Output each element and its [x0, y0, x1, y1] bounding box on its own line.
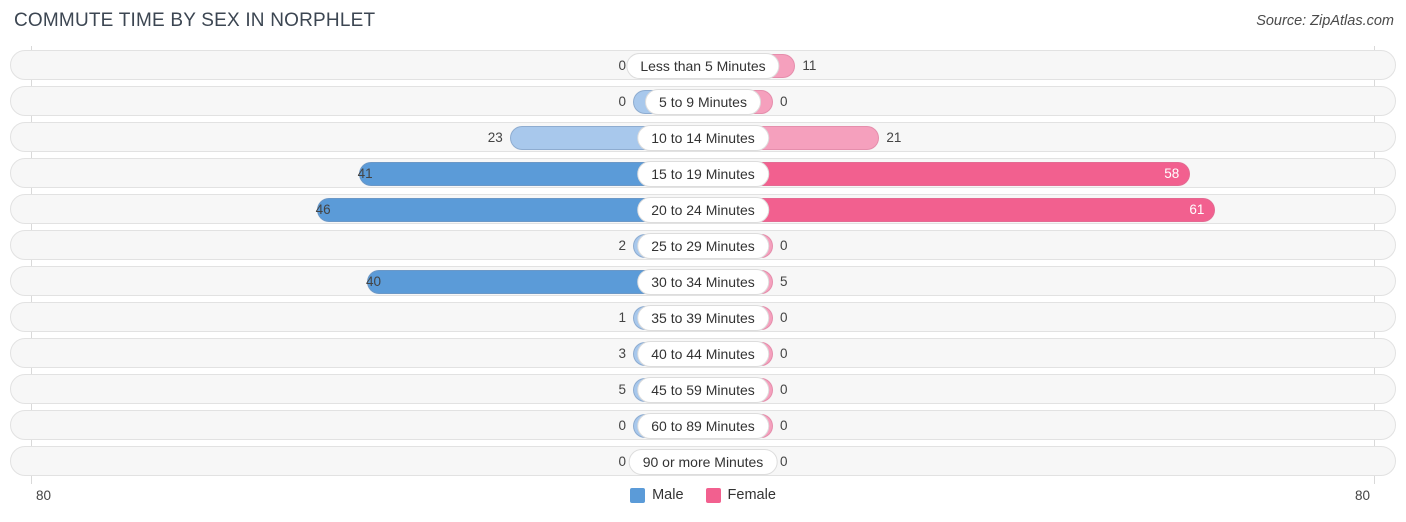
row-inner: 1 0 35 to 39 Minutes: [11, 303, 1395, 331]
bar-female[interactable]: [703, 198, 1216, 222]
table-row[interactable]: 0 0 60 to 89 Minutes: [10, 410, 1396, 440]
category-label: 20 to 24 Minutes: [637, 197, 769, 223]
bar-value-female: 0: [780, 310, 788, 325]
page-title: COMMUTE TIME BY SEX IN NORPHLET: [14, 10, 376, 31]
chart-legend: Male Female: [0, 487, 1406, 503]
table-row[interactable]: 0 0 90 or more Minutes: [10, 446, 1396, 476]
bar-value-male: 0: [618, 454, 626, 469]
bar-value-female: 61: [1189, 202, 1205, 217]
bar-value-female: 0: [780, 346, 788, 361]
table-row[interactable]: 41 58 15 to 19 Minutes: [10, 158, 1396, 188]
category-label: 10 to 14 Minutes: [637, 125, 769, 151]
category-label: 25 to 29 Minutes: [637, 233, 769, 259]
category-label: 60 to 89 Minutes: [637, 413, 769, 439]
category-label: 40 to 44 Minutes: [637, 341, 769, 367]
bar-value-male: 40: [365, 274, 381, 289]
table-row[interactable]: 0 11 Less than 5 Minutes: [10, 50, 1396, 80]
table-row[interactable]: 2 0 25 to 29 Minutes: [10, 230, 1396, 260]
bar-value-male: 41: [357, 166, 373, 181]
table-row[interactable]: 1 0 35 to 39 Minutes: [10, 302, 1396, 332]
bar-female[interactable]: [703, 162, 1191, 186]
bar-value-female: 0: [780, 382, 788, 397]
bar-value-male: 3: [618, 346, 626, 361]
table-row[interactable]: 40 5 30 to 34 Minutes: [10, 266, 1396, 296]
bar-value-female: 0: [780, 418, 788, 433]
bar-value-female: 5: [780, 274, 788, 289]
legend-item-female[interactable]: Female: [705, 487, 776, 503]
row-inner: 0 0 60 to 89 Minutes: [11, 411, 1395, 439]
bar-value-female: 0: [780, 94, 788, 109]
row-inner: 23 21 10 to 14 Minutes: [11, 123, 1395, 151]
row-inner: 2 0 25 to 29 Minutes: [11, 231, 1395, 259]
table-row[interactable]: 23 21 10 to 14 Minutes: [10, 122, 1396, 152]
table-row[interactable]: 5 0 45 to 59 Minutes: [10, 374, 1396, 404]
chart-plot-area: 0 11 Less than 5 Minutes 0 0 5 to 9 Minutes 23…: [0, 46, 1406, 484]
table-row[interactable]: 46 61 20 to 24 Minutes: [10, 194, 1396, 224]
source-attribution: Source: ZipAtlas.com: [1256, 13, 1394, 29]
category-label: 15 to 19 Minutes: [637, 161, 769, 187]
category-label: 35 to 39 Minutes: [637, 305, 769, 331]
bar-value-female: 0: [780, 238, 788, 253]
bar-value-male: 0: [618, 94, 626, 109]
table-row[interactable]: 0 0 5 to 9 Minutes: [10, 86, 1396, 116]
table-row[interactable]: 3 0 40 to 44 Minutes: [10, 338, 1396, 368]
bar-value-male: 23: [487, 130, 503, 145]
row-inner: 46 61 20 to 24 Minutes: [11, 195, 1395, 223]
category-label: 90 or more Minutes: [628, 449, 778, 475]
row-inner: 40 5 30 to 34 Minutes: [11, 267, 1395, 295]
bar-value-male: 5: [618, 382, 626, 397]
row-inner: 41 58 15 to 19 Minutes: [11, 159, 1395, 187]
chart-header: COMMUTE TIME BY SEX IN NORPHLET Source: …: [0, 0, 1406, 44]
bar-value-male: 1: [618, 310, 626, 325]
bar-value-male: 2: [618, 238, 626, 253]
category-label: 45 to 59 Minutes: [637, 377, 769, 403]
legend-label: Female: [727, 487, 776, 503]
row-inner: 0 0 5 to 9 Minutes: [11, 87, 1395, 115]
bar-value-male: 46: [315, 202, 331, 217]
legend-swatch-icon: [705, 487, 721, 503]
category-label: 30 to 34 Minutes: [637, 269, 769, 295]
bar-value-male: 0: [618, 58, 626, 73]
bar-value-female: 21: [886, 130, 902, 145]
bar-value-female: 58: [1164, 166, 1180, 181]
legend-item-male[interactable]: Male: [630, 487, 684, 503]
row-inner: 0 11 Less than 5 Minutes: [11, 51, 1395, 79]
row-inner: 5 0 45 to 59 Minutes: [11, 375, 1395, 403]
legend-swatch-icon: [630, 487, 646, 503]
bar-value-male: 0: [618, 418, 626, 433]
category-label: Less than 5 Minutes: [626, 53, 780, 79]
category-label: 5 to 9 Minutes: [645, 89, 761, 115]
bar-value-female: 11: [802, 58, 817, 73]
legend-label: Male: [652, 487, 684, 503]
row-inner: 0 0 90 or more Minutes: [11, 447, 1395, 475]
bar-value-female: 0: [780, 454, 788, 469]
row-inner: 3 0 40 to 44 Minutes: [11, 339, 1395, 367]
chart-footer: 80 80 Male Female: [0, 484, 1406, 522]
